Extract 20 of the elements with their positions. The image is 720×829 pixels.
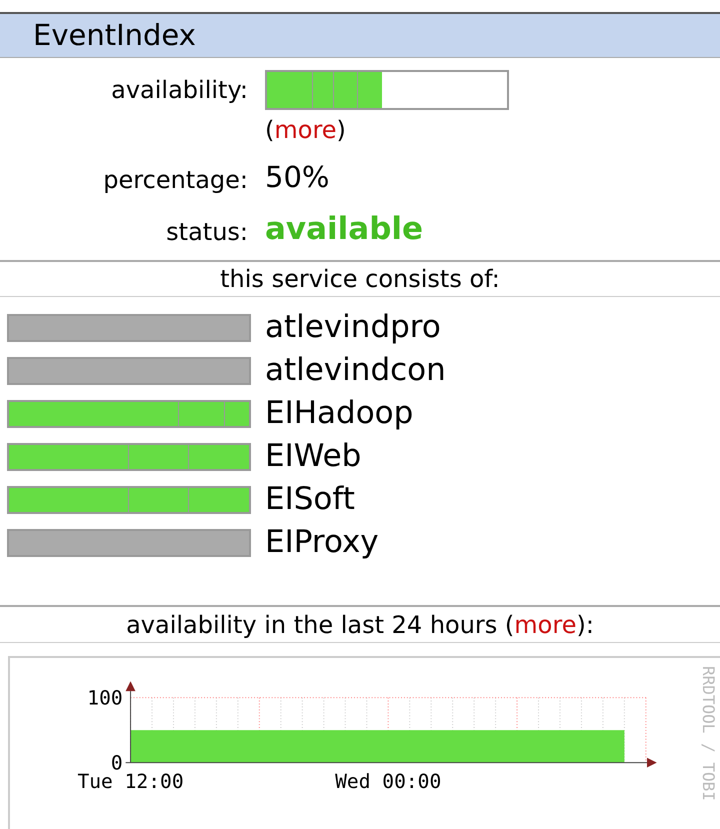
component-name: atlevindcon (265, 355, 446, 386)
more-link[interactable]: more (274, 116, 337, 144)
chart-side-label: RRDTOOL / TOBI (698, 666, 719, 801)
component-name: EISoft (265, 484, 355, 515)
field-label: percentage: (102, 164, 248, 196)
field-label: status: (165, 216, 248, 248)
section-heading: this service consists of: (220, 264, 500, 295)
more-note: (more) (265, 115, 346, 146)
more-link[interactable]: more (514, 610, 576, 638)
y-tick-label: 100 (87, 686, 123, 710)
status-value: available (265, 210, 424, 248)
section-heading: availability in the last 24 hours (more): (126, 610, 594, 640)
field-label: availability: (110, 75, 248, 106)
service-title: EventIndex (33, 21, 196, 50)
component-name: atlevindpro (265, 312, 441, 343)
component-name: EIWeb (265, 441, 362, 472)
component-name: EIHadoop (265, 398, 414, 429)
percentage-value: 50% (265, 159, 330, 196)
component-name: EIProxy (265, 527, 379, 558)
x-tick-label: Wed 00:00 (335, 770, 442, 794)
